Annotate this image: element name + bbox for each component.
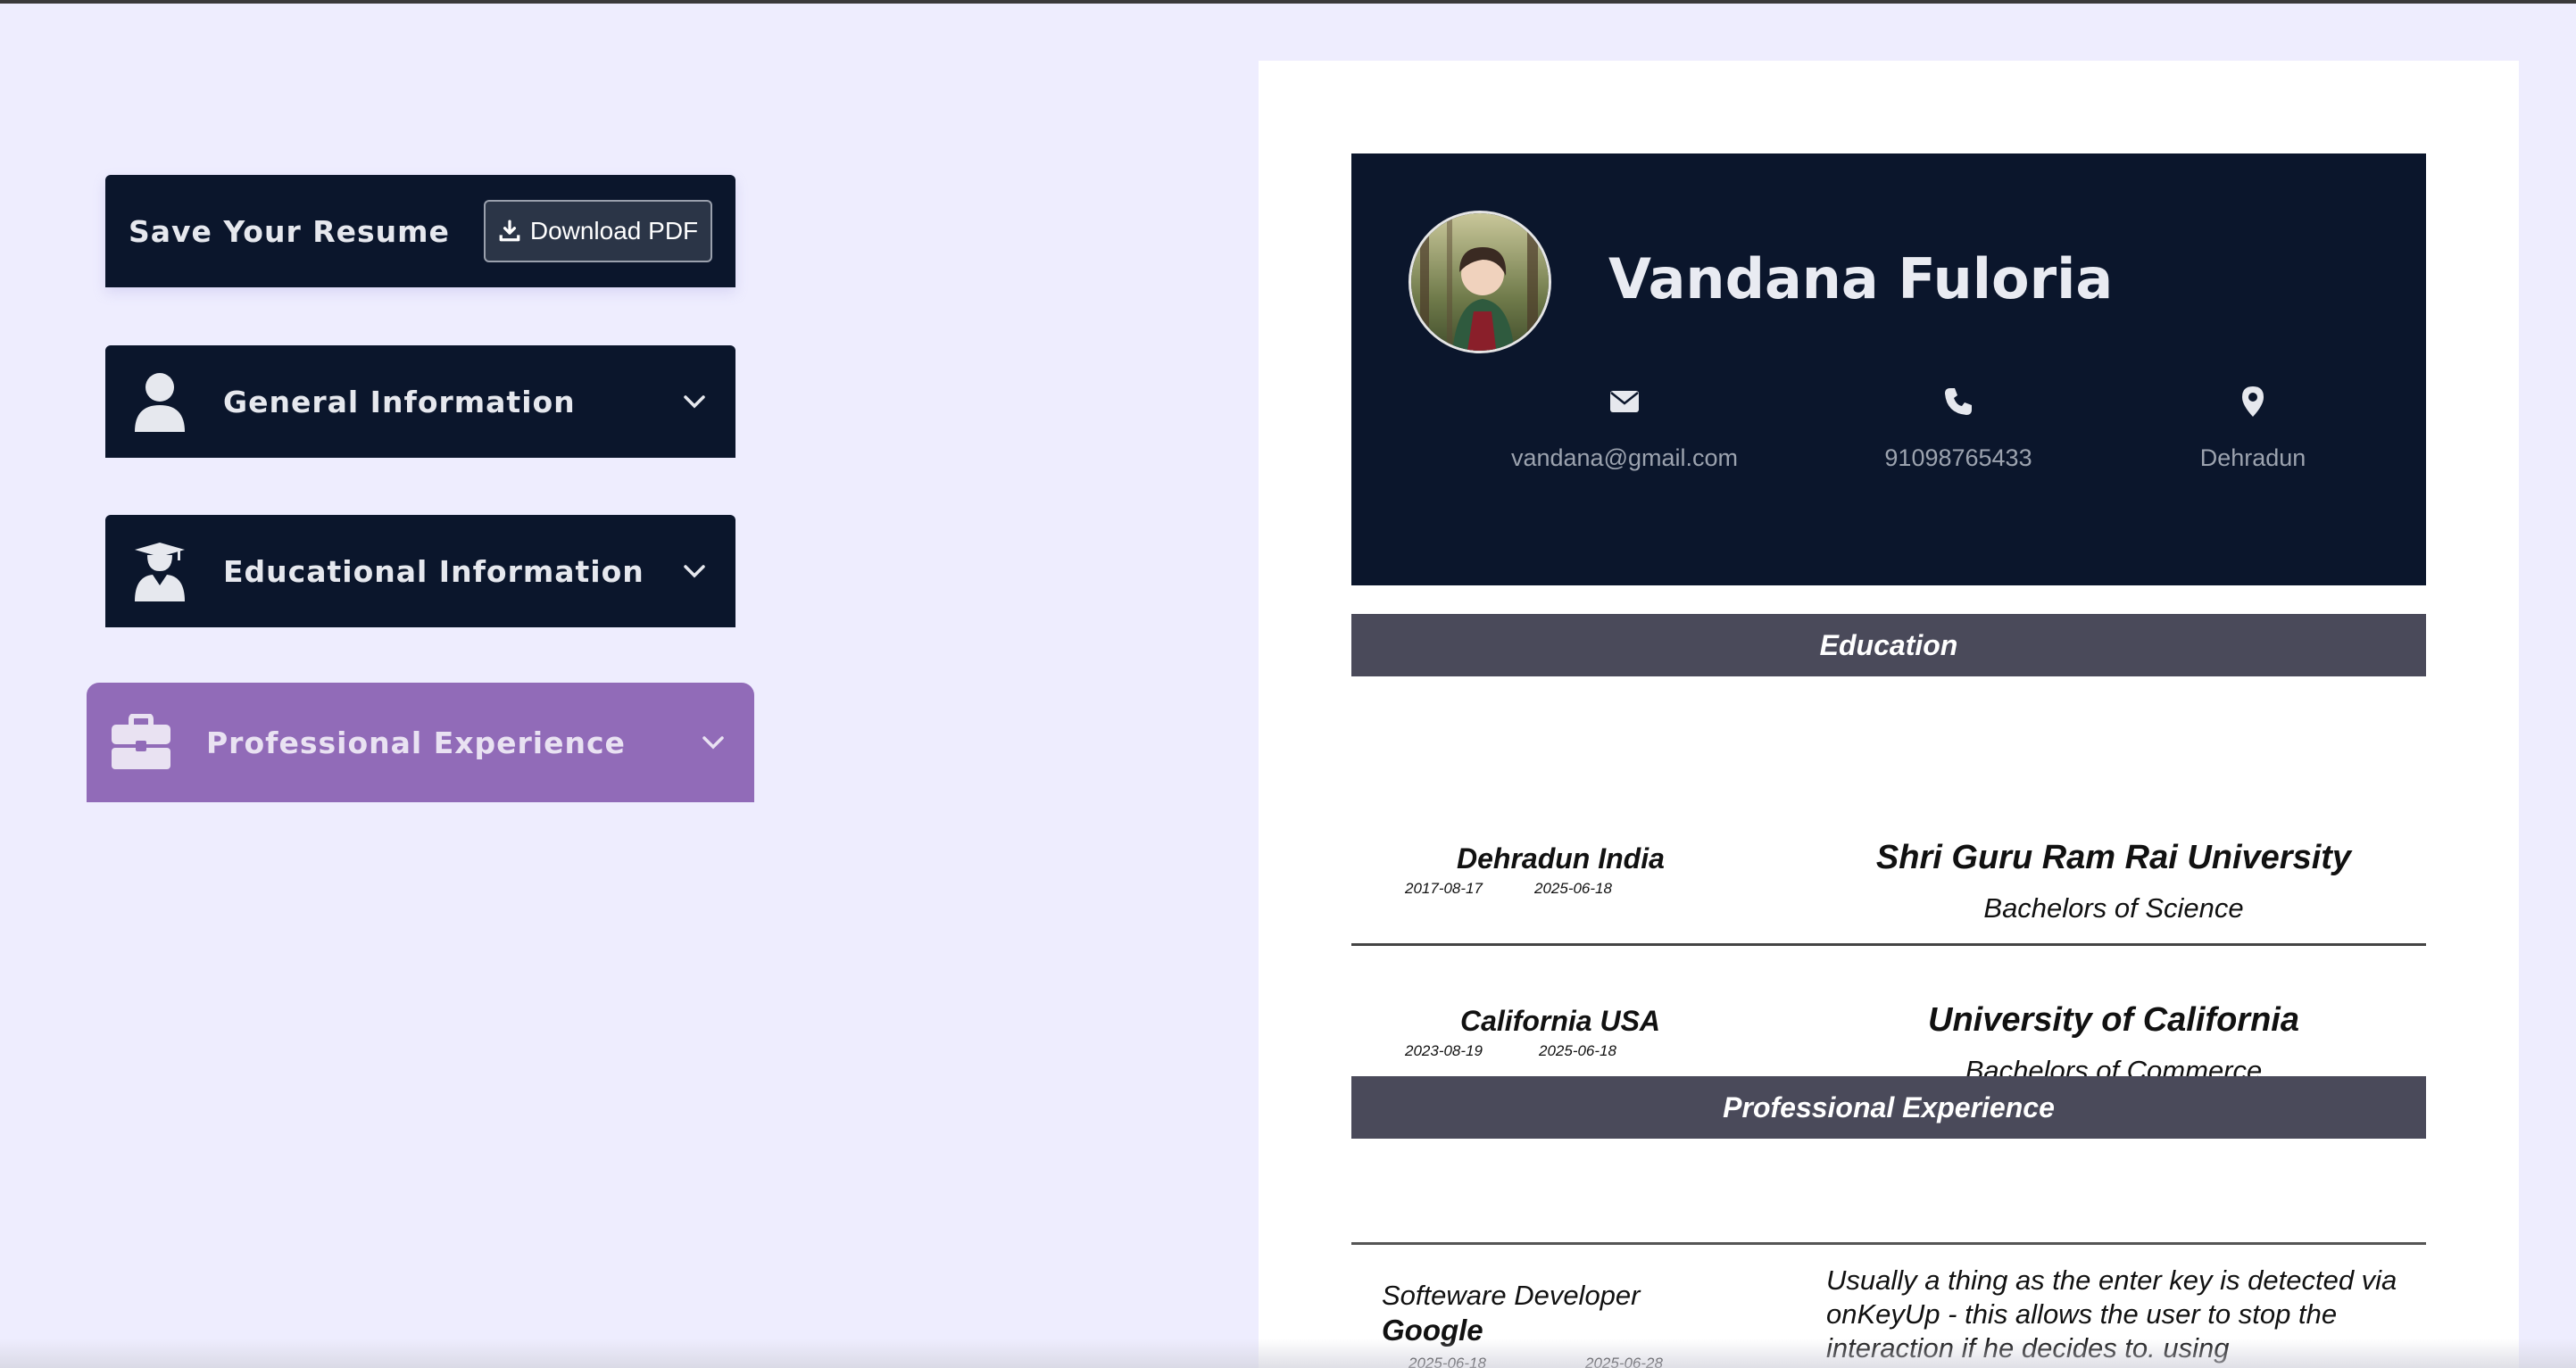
briefcase-icon — [110, 711, 172, 774]
contact-phone-text: 91098765433 — [1884, 444, 2032, 471]
resume-header: Vandana Fuloria vandana@gmail.com 910987… — [1351, 153, 2426, 585]
experience-role: Softeware Developer — [1382, 1280, 1641, 1311]
education-degree: Bachelors of Science — [1983, 892, 2244, 924]
contact-location-text: Dehradun — [2199, 444, 2306, 471]
divider — [1351, 1242, 2426, 1245]
contact-email-text: vandana@gmail.com — [1510, 444, 1739, 471]
top-border — [0, 0, 2576, 4]
education-school: University of California — [1928, 1001, 2299, 1039]
accordion-general-information[interactable]: General Information — [105, 345, 735, 458]
envelope-icon — [1491, 384, 1758, 419]
phone-icon — [1824, 384, 2092, 419]
education-end-date: 2025-06-18 — [1534, 880, 1612, 897]
download-icon — [499, 220, 520, 242]
accordion-label: Professional Experience — [206, 725, 626, 760]
resume-name: Vandana Fuloria — [1608, 246, 2114, 311]
bottom-shadow — [0, 1339, 2576, 1368]
accordion-label: General Information — [223, 384, 576, 419]
education-place: Dehradun India — [1457, 842, 1665, 875]
download-pdf-button[interactable]: Download PDF — [484, 200, 712, 262]
graduate-icon — [129, 540, 191, 602]
user-icon — [129, 370, 191, 433]
accordion-label: Educational Information — [223, 553, 644, 589]
resume-preview: Vandana Fuloria vandana@gmail.com 910987… — [1259, 61, 2519, 1368]
education-start-date: 2023-08-19 — [1405, 1042, 1483, 1059]
accordion-educational-information[interactable]: Educational Information — [105, 515, 735, 627]
contact-location: Dehradun — [2119, 384, 2387, 472]
chevron-down-icon[interactable] — [695, 725, 731, 760]
map-pin-icon — [2119, 384, 2387, 419]
save-resume-card: Save Your Resume Download PDF — [105, 175, 735, 287]
education-place: California USA — [1460, 1005, 1661, 1037]
experience-heading: Professional Experience — [1351, 1076, 2426, 1139]
education-heading: Education — [1351, 614, 2426, 676]
contact-email: vandana@gmail.com — [1491, 384, 1758, 472]
chevron-down-icon[interactable] — [677, 384, 712, 419]
contact-phone: 91098765433 — [1824, 384, 2092, 472]
education-school: Shri Guru Ram Rai University — [1875, 839, 2352, 876]
avatar — [1408, 211, 1551, 353]
download-pdf-label: Download PDF — [529, 217, 699, 245]
education-entry: Dehradun India 2017-08-17 2025-06-18 Shr… — [1351, 723, 2426, 946]
education-end-date: 2025-06-18 — [1539, 1042, 1616, 1059]
chevron-down-icon[interactable] — [677, 553, 712, 589]
save-resume-title: Save Your Resume — [129, 213, 450, 249]
education-start-date: 2017-08-17 — [1405, 880, 1483, 897]
accordion-professional-experience[interactable]: Professional Experience — [87, 683, 754, 802]
